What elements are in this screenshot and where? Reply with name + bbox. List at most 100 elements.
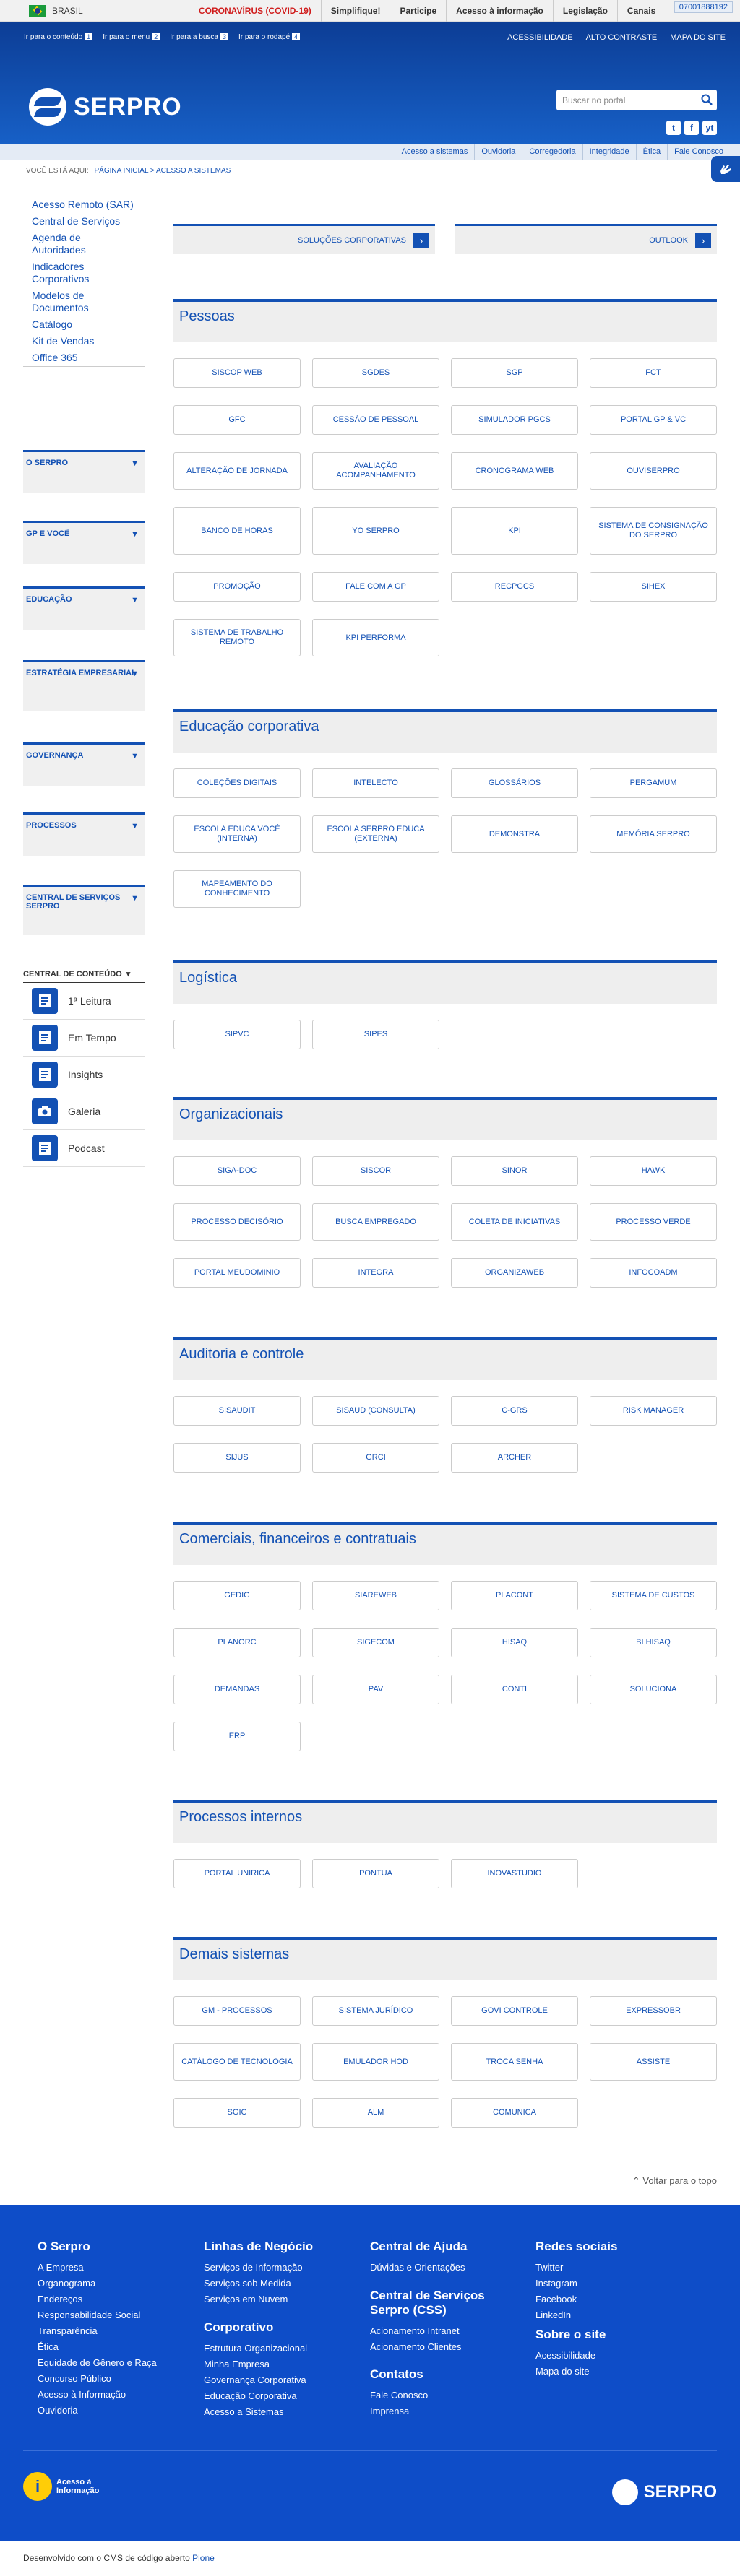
system-link-button[interactable]: INTELECTO xyxy=(312,768,439,798)
footer-link[interactable]: Acionamento Intranet xyxy=(370,2323,515,2339)
system-link-button[interactable]: PAV xyxy=(312,1675,439,1704)
system-link-button[interactable]: PROMOÇÃO xyxy=(173,572,301,602)
footer-link[interactable]: Acesso a Sistemas xyxy=(204,2404,307,2420)
system-link-button[interactable]: SISTEMA DE CUSTOS xyxy=(590,1581,717,1610)
facebook-icon[interactable]: f xyxy=(684,121,699,135)
system-link-button[interactable]: PROCESSO DECISÓRIO xyxy=(173,1203,301,1241)
subnav-corregedoria[interactable]: Corregedoria xyxy=(522,144,582,160)
subnav-etica[interactable]: Ética xyxy=(635,144,667,160)
system-link-button[interactable]: SGDES xyxy=(312,358,439,388)
system-link-button[interactable]: DEMONSTRA xyxy=(451,815,578,853)
system-link-button[interactable]: ALTERAÇÃO DE JORNADA xyxy=(173,452,301,490)
footer-link[interactable]: Ética xyxy=(38,2339,157,2355)
back-to-top-link[interactable]: ⌃ Voltar para o topo xyxy=(632,2175,717,2187)
system-link-button[interactable]: GM - PROCESSOS xyxy=(173,1996,301,2026)
footer-link[interactable]: Estrutura Organizacional xyxy=(204,2341,307,2356)
footer-link[interactable]: Concurso Público xyxy=(38,2371,157,2387)
skip-to-footer-link[interactable]: Ir para o rodapé 4 xyxy=(238,33,301,41)
system-link-button[interactable]: ESCOLA SERPRO EDUCA (EXTERNA) xyxy=(312,815,439,853)
system-link-button[interactable]: RECPGCS xyxy=(451,572,578,602)
system-link-button[interactable]: CONTI xyxy=(451,1675,578,1704)
system-link-button[interactable]: INTEGRA xyxy=(312,1258,439,1288)
footer-serpro-logo[interactable]: SERPRO xyxy=(611,2479,717,2505)
system-link-button[interactable]: COLEÇÕES DIGITAIS xyxy=(173,768,301,798)
content-item-podcast[interactable]: Podcast xyxy=(23,1130,145,1167)
system-link-button[interactable]: BANCO DE HORAS xyxy=(173,507,301,555)
subnav-acesso-sistemas[interactable]: Acesso a sistemas xyxy=(394,144,475,160)
footer-link[interactable]: Organograma xyxy=(38,2276,157,2291)
system-link-button[interactable]: MEMÓRIA SERPRO xyxy=(590,815,717,853)
footer-link[interactable]: Acionamento Clientes xyxy=(370,2339,515,2355)
accessibility-link[interactable]: ACESSIBILIDADE xyxy=(507,33,572,42)
system-link-button[interactable]: SISAUDIT xyxy=(173,1396,301,1426)
system-link-button[interactable]: PORTAL GP & VC xyxy=(590,405,717,435)
system-link-button[interactable]: SGIC xyxy=(173,2098,301,2128)
system-link-button[interactable]: ASSISTE xyxy=(590,2043,717,2081)
footer-link[interactable]: Acesso à Informação xyxy=(38,2387,157,2403)
sidebar-link-office365[interactable]: Office 365 xyxy=(23,350,145,366)
system-link-button[interactable]: ALM xyxy=(312,2098,439,2128)
system-link-button[interactable]: ESCOLA EDUCA VOCÊ (INTERNA) xyxy=(173,815,301,853)
sidebar-link-sar[interactable]: Acesso Remoto (SAR) xyxy=(23,196,145,213)
system-link-button[interactable]: INFOCOADM xyxy=(590,1258,717,1288)
system-link-button[interactable]: SISCOR xyxy=(312,1156,439,1186)
system-link-button[interactable]: HISAQ xyxy=(451,1628,578,1657)
system-link-button[interactable]: COMUNICA xyxy=(451,2098,578,2128)
system-link-button[interactable]: HAWK xyxy=(590,1156,717,1186)
footer-link[interactable]: Ouvidoria xyxy=(38,2403,157,2419)
system-link-button[interactable]: SISTEMA DE CONSIGNAÇÃO DO SERPRO xyxy=(590,507,717,555)
footer-link[interactable]: A Empresa xyxy=(38,2260,157,2276)
sidebar-section-central-servicos[interactable]: CENTRAL DE SERVIÇOS SERPRO ▼ xyxy=(23,885,145,935)
plone-link[interactable]: Plone xyxy=(192,2553,215,2563)
serpro-logo[interactable]: SERPRO xyxy=(29,88,182,126)
footer-link[interactable]: Governança Corporativa xyxy=(204,2372,307,2388)
footer-link[interactable]: Transparência xyxy=(38,2323,157,2339)
skip-to-search-link[interactable]: Ir para a busca 3 xyxy=(170,33,228,41)
sidebar-link-catalogo[interactable]: Catálogo xyxy=(23,316,145,333)
system-link-button[interactable]: SIAREWEB xyxy=(312,1581,439,1610)
system-link-button[interactable]: ORGANIZAWEB xyxy=(451,1258,578,1288)
sidebar-section-serpro[interactable]: O SERPRO ▼ xyxy=(23,450,145,493)
system-link-button[interactable]: SISCOP WEB xyxy=(173,358,301,388)
system-link-button[interactable]: SIPES xyxy=(312,1020,439,1049)
sidebar-link-central-servicos[interactable]: Central de Serviços xyxy=(23,213,145,230)
system-link-button[interactable]: COLETA DE INICIATIVAS xyxy=(451,1203,578,1241)
system-link-button[interactable]: KPI PERFORMA xyxy=(312,619,439,656)
system-link-button[interactable]: OUVISERPRO xyxy=(590,452,717,490)
footer-link[interactable]: Minha Empresa xyxy=(204,2356,307,2372)
footer-link[interactable]: Serviços de Informação xyxy=(204,2260,313,2276)
content-item-em-tempo[interactable]: Em Tempo xyxy=(23,1020,145,1057)
footer-link[interactable]: Equidade de Gênero e Raça xyxy=(38,2355,157,2371)
system-link-button[interactable]: CRONOGRAMA WEB xyxy=(451,452,578,490)
skip-to-content-link[interactable]: Ir para o conteúdo 1 xyxy=(24,33,93,41)
system-link-button[interactable]: PROCESSO VERDE xyxy=(590,1203,717,1241)
system-link-button[interactable]: PORTAL MEUDOMINIO xyxy=(173,1258,301,1288)
sidebar-link-kit-vendas[interactable]: Kit de Vendas xyxy=(23,333,145,350)
footer-link[interactable]: Imprensa xyxy=(370,2403,428,2419)
sidebar-section-gp[interactable]: GP E VOCÊ ▼ xyxy=(23,521,145,564)
content-item-insights[interactable]: Insights xyxy=(23,1057,145,1093)
subnav-ouvidoria[interactable]: Ouvidoria xyxy=(474,144,522,160)
footer-link[interactable]: Facebook xyxy=(535,2291,617,2307)
system-link-button[interactable]: SINOR xyxy=(451,1156,578,1186)
system-link-button[interactable]: EXPRESSOBR xyxy=(590,1996,717,2026)
system-link-button[interactable]: PORTAL UNIRICA xyxy=(173,1859,301,1888)
system-link-button[interactable]: FALE COM A GP xyxy=(312,572,439,602)
youtube-icon[interactable]: yt xyxy=(702,121,717,135)
footer-link[interactable]: Educação Corporativa xyxy=(204,2388,307,2404)
sidebar-section-estrategia[interactable]: ESTRATÉGIA EMPRESARIAL ▼ xyxy=(23,660,145,711)
system-link-button[interactable]: YO SERPRO xyxy=(312,507,439,555)
gov-link-simplifique[interactable]: Simplifique! xyxy=(320,0,390,22)
footer-link[interactable]: Serviços em Nuvem xyxy=(204,2291,313,2307)
footer-link[interactable]: Mapa do site xyxy=(535,2364,606,2380)
system-link-button[interactable]: SIMULADOR PGCS xyxy=(451,405,578,435)
footer-link[interactable]: Endereços xyxy=(38,2291,157,2307)
system-link-button[interactable]: SGP xyxy=(451,358,578,388)
content-center-title[interactable]: CENTRAL DE CONTEÚDO ▾ xyxy=(23,969,145,983)
system-link-button[interactable]: MAPEAMENTO DO CONHECIMENTO xyxy=(173,870,301,908)
tile-solucoes-corporativas[interactable]: SOLUÇÕES CORPORATIVAS › xyxy=(173,224,435,254)
footer-link[interactable]: Responsabilidade Social xyxy=(38,2307,157,2323)
system-link-button[interactable]: SOLUCIONA xyxy=(590,1675,717,1704)
system-link-button[interactable]: PLACONT xyxy=(451,1581,578,1610)
sitemap-link[interactable]: MAPA DO SITE xyxy=(670,33,726,42)
